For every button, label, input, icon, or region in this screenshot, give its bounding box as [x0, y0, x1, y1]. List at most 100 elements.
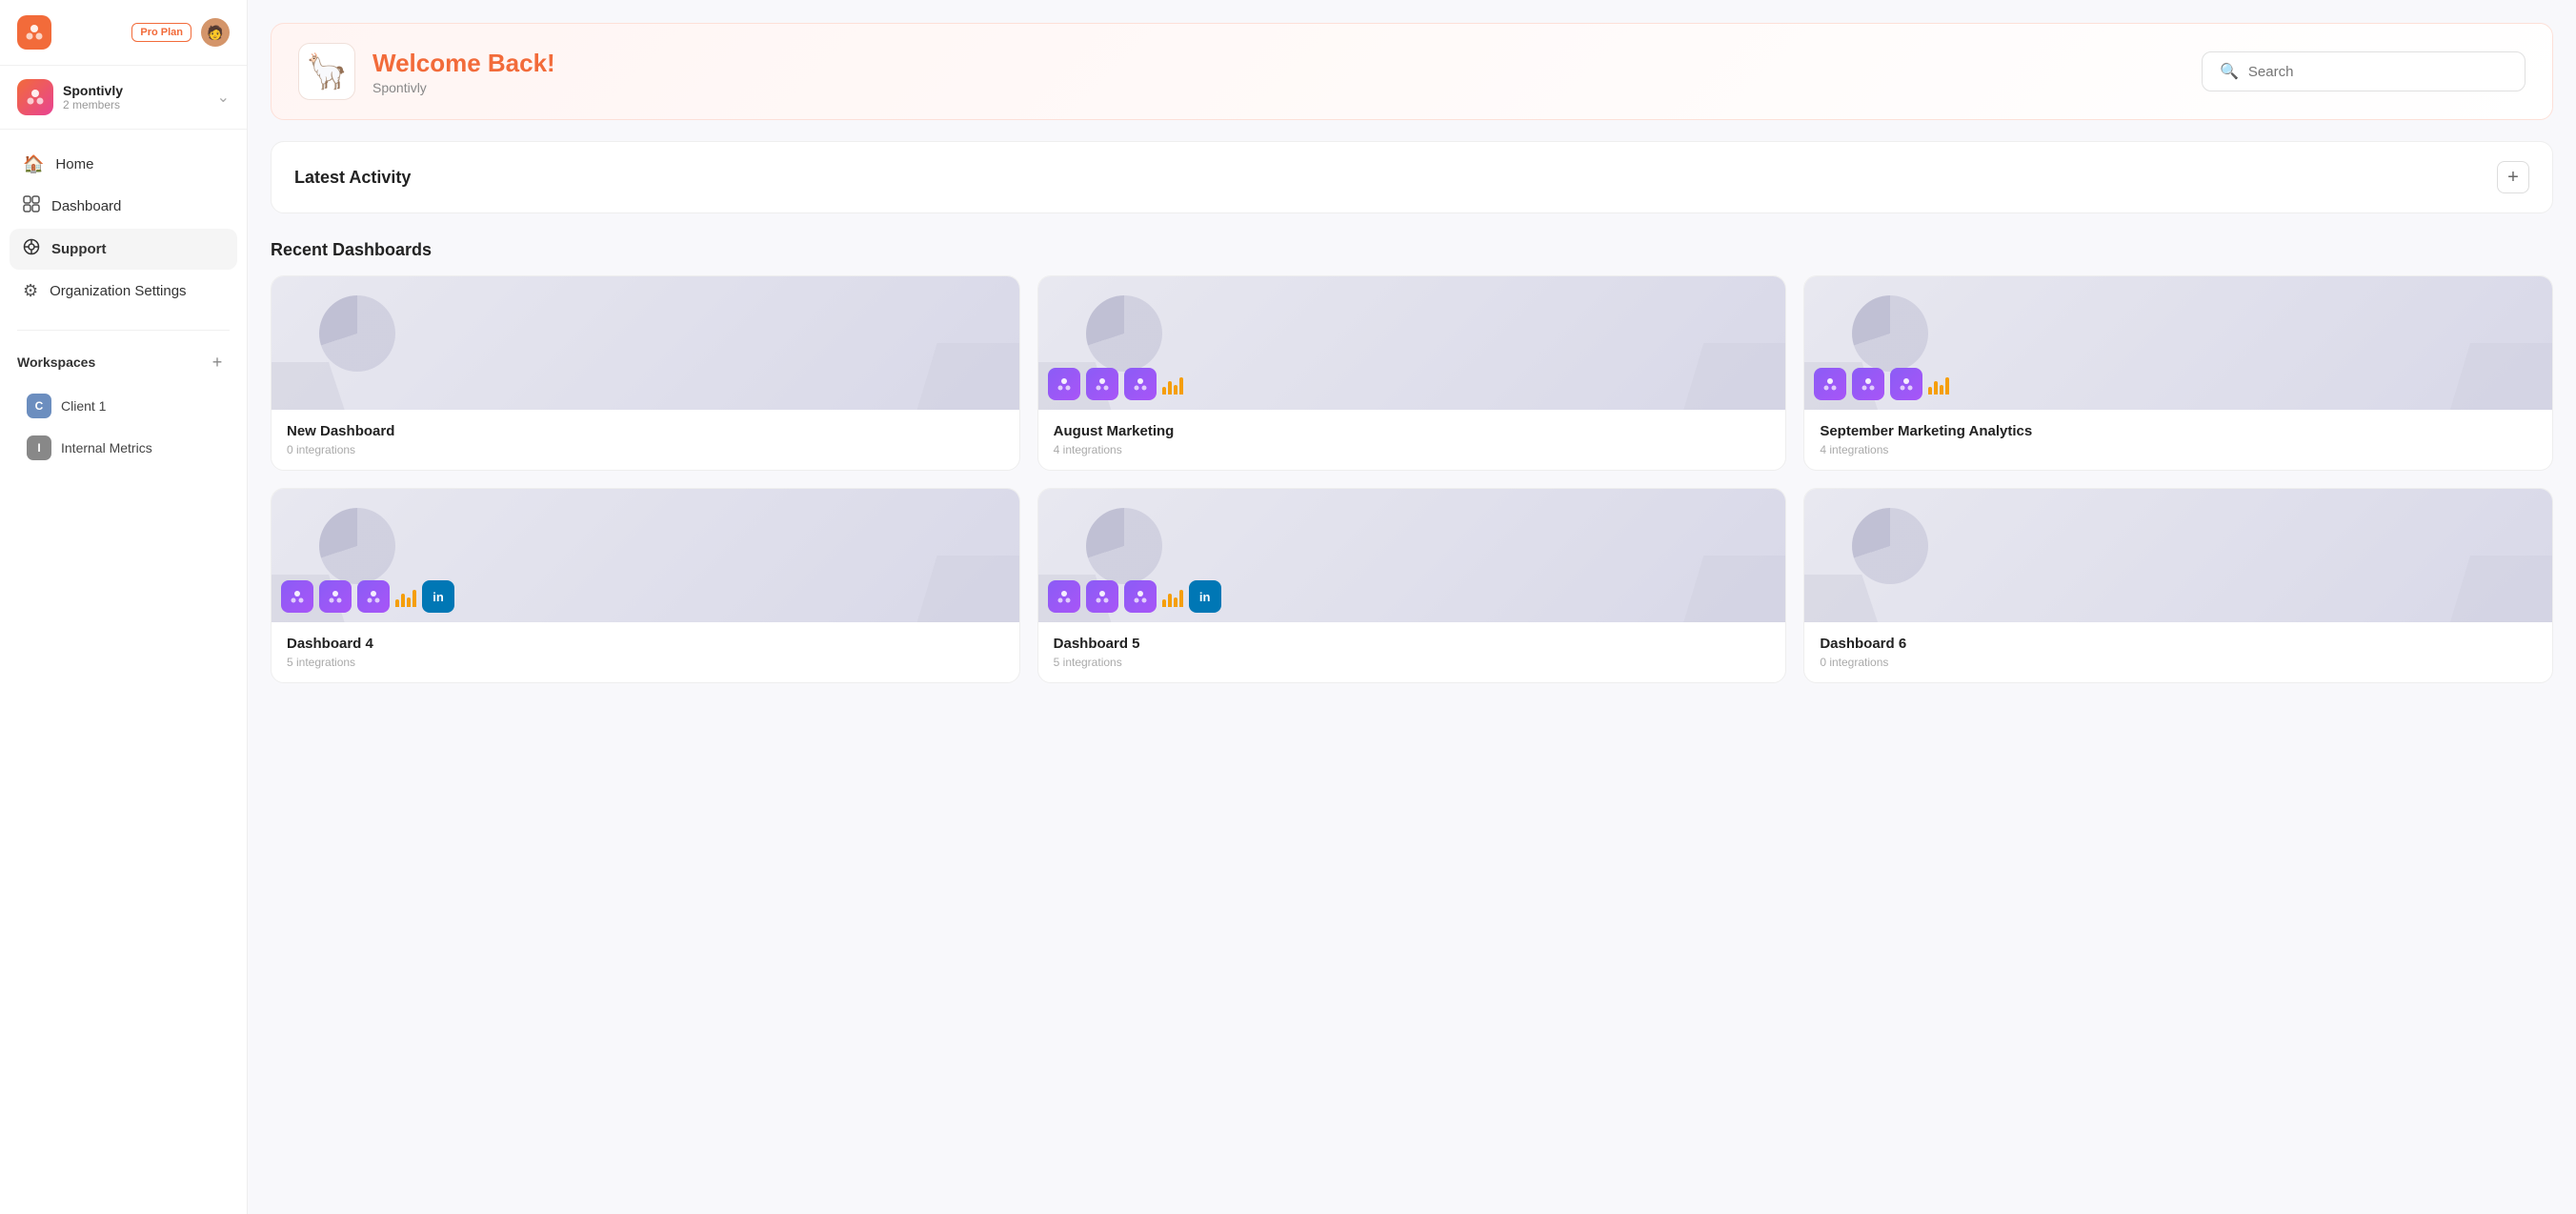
card-body-august: August Marketing 4 integrations [1038, 410, 1786, 470]
sidebar-topbar: Pro Plan 🧑 [0, 0, 247, 66]
bar-chart-icon-5 [1162, 586, 1183, 607]
dashboard-icon [23, 195, 40, 217]
search-icon: 🔍 [2220, 62, 2239, 81]
welcome-banner: 🦙 Welcome Back! Spontivly 🔍 [271, 23, 2553, 120]
preview-shape-6 [2447, 556, 2552, 622]
preview-circle-august [1086, 295, 1162, 372]
integration-icon-4-3 [357, 580, 390, 613]
linkedin-icon-5: in [1189, 580, 1221, 613]
card-preview-5: in [1038, 489, 1786, 622]
workspaces-section: Workspaces + C Client 1 I Internal Metri… [0, 334, 247, 485]
preview-shape [915, 343, 1019, 410]
sidebar-item-org-settings[interactable]: ⚙ Organization Settings [10, 272, 237, 311]
card-preview-6 [1804, 489, 2552, 622]
org-info: Spontivly 2 members [17, 79, 123, 115]
card-meta-4: 5 integrations [287, 656, 1004, 669]
main-content: 🦙 Welcome Back! Spontivly 🔍 Latest Activ… [248, 0, 2576, 1214]
card-title-5: Dashboard 5 [1054, 636, 1771, 652]
gear-icon: ⚙ [23, 281, 38, 301]
card-preview-new [272, 276, 1019, 410]
card-meta-5: 5 integrations [1054, 656, 1771, 669]
recent-dashboards-section: Recent Dashboards New Dashboard 0 integr… [271, 240, 2553, 683]
workspace-item-internal[interactable]: I Internal Metrics [17, 428, 230, 468]
org-details: Spontivly 2 members [63, 83, 123, 111]
dashboard-card-september[interactable]: September Marketing Analytics 4 integrat… [1803, 275, 2553, 471]
card-title-september: September Marketing Analytics [1820, 423, 2537, 439]
workspace-label-internal: Internal Metrics [61, 440, 152, 455]
card-meta-new: 0 integrations [287, 443, 1004, 456]
preview-shape-4 [915, 556, 1019, 622]
app-logo[interactable] [17, 15, 51, 50]
home-icon: 🏠 [23, 154, 44, 174]
welcome-left: 🦙 Welcome Back! Spontivly [298, 43, 555, 100]
card-body-5: Dashboard 5 5 integrations [1038, 622, 1786, 682]
preview-circle-6 [1852, 508, 1928, 584]
integrations-row-4: in [281, 580, 454, 613]
integration-icon-4-2 [319, 580, 352, 613]
org-logo [17, 79, 53, 115]
preview-circle-5 [1086, 508, 1162, 584]
search-box[interactable]: 🔍 [2202, 51, 2526, 91]
sidebar-divider [17, 330, 230, 331]
dashboards-grid: New Dashboard 0 integrations [271, 275, 2553, 683]
dashboard-card-new[interactable]: New Dashboard 0 integrations [271, 275, 1020, 471]
integration-icon-sep-1 [1814, 368, 1846, 400]
integrations-row-5: in [1048, 580, 1221, 613]
workspaces-title: Workspaces [17, 354, 95, 370]
integration-icon-5-2 [1086, 580, 1118, 613]
sidebar: Pro Plan 🧑 Spontivly 2 members ⌄ 🏠 Home [0, 0, 248, 1214]
add-workspace-button[interactable]: + [205, 350, 230, 374]
activity-title: Latest Activity [294, 168, 411, 188]
sidebar-item-dashboard[interactable]: Dashboard [10, 186, 237, 227]
workspaces-header: Workspaces + [17, 350, 230, 374]
add-activity-button[interactable]: + [2497, 161, 2529, 193]
workspace-label-client1: Client 1 [61, 398, 106, 414]
card-preview-september [1804, 276, 2552, 410]
card-body-4: Dashboard 4 5 integrations [272, 622, 1019, 682]
card-body-september: September Marketing Analytics 4 integrat… [1804, 410, 2552, 470]
integration-icon-5-3 [1124, 580, 1157, 613]
card-title-august: August Marketing [1054, 423, 1771, 439]
sidebar-item-dashboard-label: Dashboard [51, 198, 121, 214]
dashboard-card-august[interactable]: August Marketing 4 integrations [1037, 275, 1787, 471]
preview-shape-5 [1680, 556, 1785, 622]
workspace-badge-i: I [27, 435, 51, 460]
card-meta-august: 4 integrations [1054, 443, 1771, 456]
preview-circle [319, 295, 395, 372]
org-members: 2 members [63, 98, 123, 111]
integration-icon-3 [1124, 368, 1157, 400]
workspace-item-client1[interactable]: C Client 1 [17, 386, 230, 426]
bar-chart-icon-4 [395, 586, 416, 607]
bar-chart-icon-august [1162, 374, 1183, 395]
user-avatar[interactable]: 🧑 [201, 18, 230, 47]
dashboard-card-6[interactable]: Dashboard 6 0 integrations [1803, 488, 2553, 683]
sidebar-item-home-label: Home [55, 156, 93, 172]
chevron-down-icon[interactable]: ⌄ [217, 88, 230, 107]
sidebar-item-home[interactable]: 🏠 Home [10, 145, 237, 184]
integrations-row-august [1048, 368, 1183, 400]
nav-section: 🏠 Home Dashboard [0, 130, 247, 326]
search-input[interactable] [2248, 64, 2507, 80]
integration-icon-4-1 [281, 580, 313, 613]
preview-shape2 [272, 362, 348, 410]
card-meta-6: 0 integrations [1820, 656, 2537, 669]
activity-section: Latest Activity + [271, 141, 2553, 213]
card-meta-september: 4 integrations [1820, 443, 2537, 456]
card-title-new: New Dashboard [287, 423, 1004, 439]
integration-icon-sep-2 [1852, 368, 1884, 400]
support-icon [23, 238, 40, 260]
card-body-6: Dashboard 6 0 integrations [1804, 622, 2552, 682]
org-section[interactable]: Spontivly 2 members ⌄ [0, 66, 247, 130]
sidebar-item-support[interactable]: Support [10, 229, 237, 270]
sidebar-item-org-settings-label: Organization Settings [50, 283, 186, 299]
dashboard-card-4[interactable]: in Dashboard 4 5 integrations [271, 488, 1020, 683]
preview-circle-september [1852, 295, 1928, 372]
llama-avatar: 🦙 [298, 43, 355, 100]
card-body-new: New Dashboard 0 integrations [272, 410, 1019, 470]
sidebar-item-support-label: Support [51, 241, 107, 257]
dashboard-card-5[interactable]: in Dashboard 5 5 integrations [1037, 488, 1787, 683]
integration-icon-2 [1086, 368, 1118, 400]
welcome-subtitle: Spontivly [372, 80, 555, 95]
preview-shape2-6 [1804, 575, 1881, 622]
pro-plan-badge[interactable]: Pro Plan [131, 23, 191, 42]
